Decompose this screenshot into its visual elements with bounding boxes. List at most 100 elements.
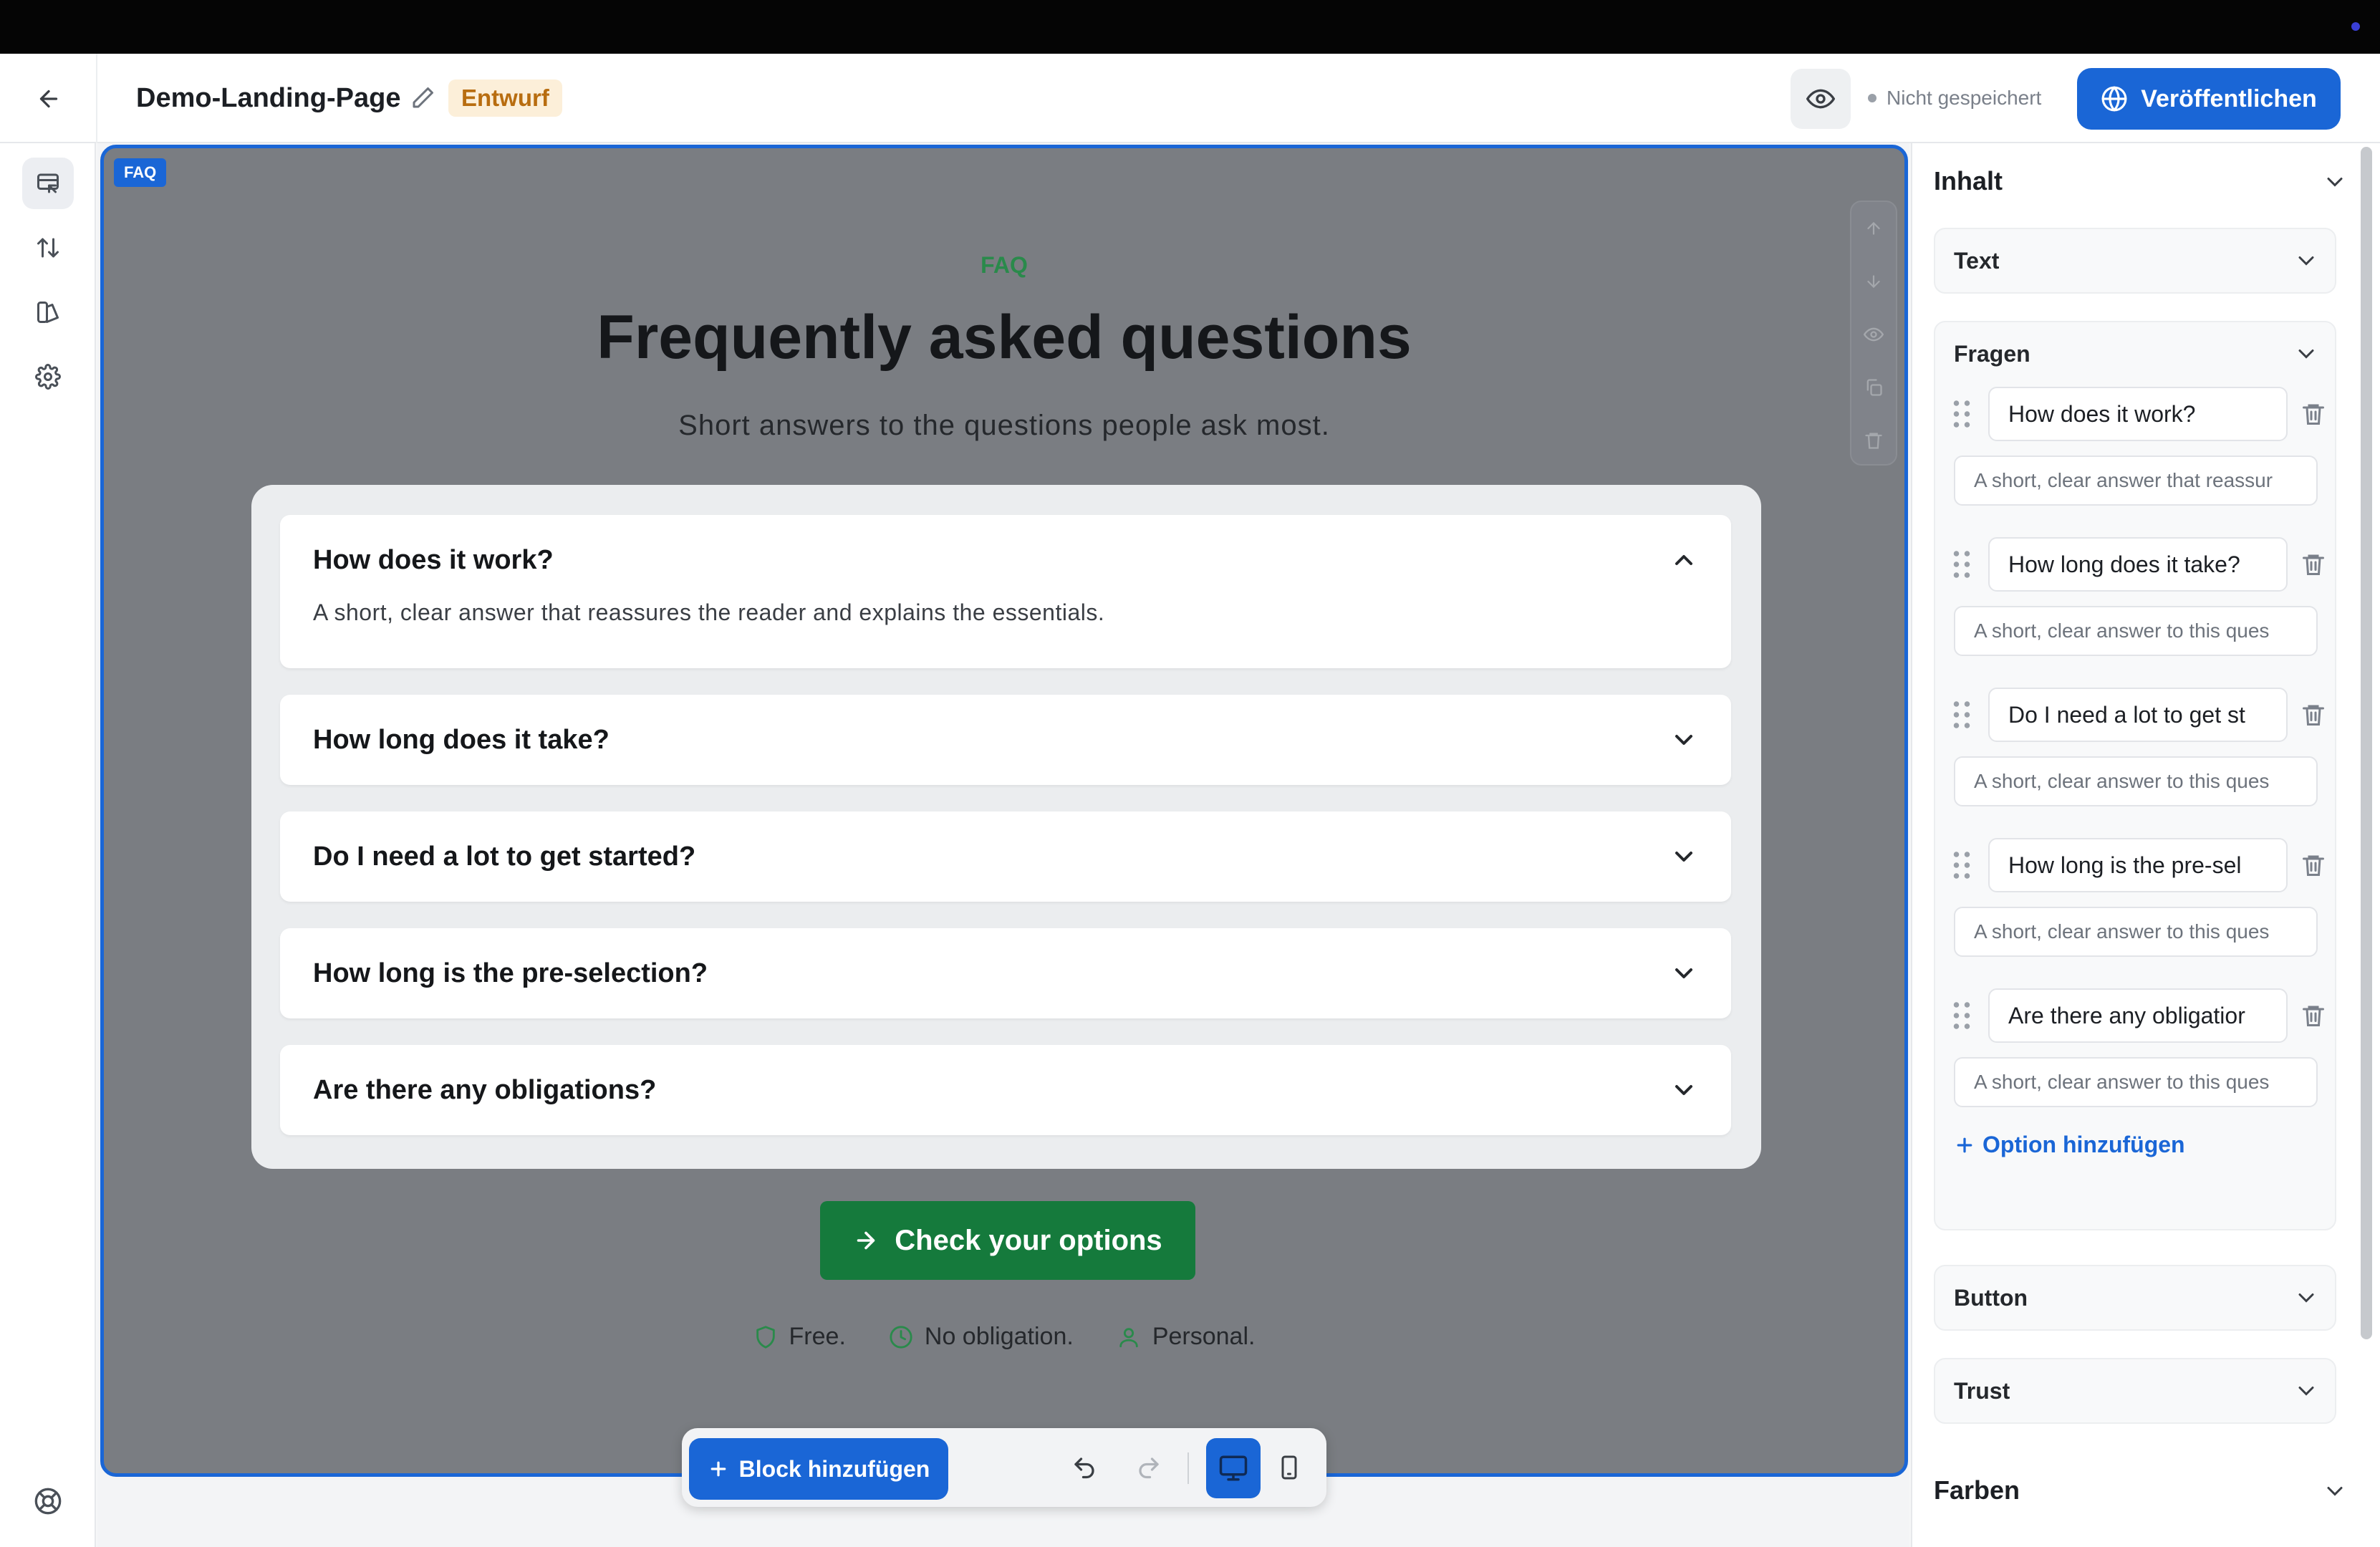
arrow-right-icon <box>857 1231 875 1250</box>
arrows-up-down-icon <box>37 238 59 258</box>
trust-label: No obligation. <box>924 1323 1074 1350</box>
arrow-up-icon <box>1867 221 1880 235</box>
questions-section-title[interactable]: Fragen <box>1954 341 2030 367</box>
faq-item[interactable]: Are there any obligations? <box>280 1045 1731 1135</box>
move-up-button[interactable] <box>1851 202 1896 255</box>
publish-button[interactable]: Veröffentlichen <box>2077 68 2341 130</box>
save-status: Nicht gespeichert <box>1868 82 2041 114</box>
delete-block-button[interactable] <box>1851 414 1896 467</box>
faq-block-canvas[interactable]: FAQ FAQ Frequently asked questions Short… <box>100 145 1908 1477</box>
shield-icon <box>756 1325 775 1349</box>
plus-icon <box>1957 1137 1972 1152</box>
trash-icon[interactable] <box>2300 700 2326 729</box>
cta-button[interactable]: Check your options <box>820 1201 1195 1280</box>
palette-icon <box>37 302 59 323</box>
reorder-tool-button[interactable] <box>22 222 74 274</box>
trust-section[interactable]: Trust <box>1934 1358 2336 1424</box>
add-option-button[interactable]: Option hinzufügen <box>1954 1132 2185 1158</box>
add-block-button[interactable]: Block hinzufügen <box>689 1438 948 1500</box>
button-section[interactable]: Button <box>1934 1265 2336 1331</box>
block-tag: FAQ <box>114 158 167 187</box>
trust-label: Personal. <box>1152 1323 1256 1350</box>
trash-icon[interactable] <box>2300 550 2326 579</box>
back-button[interactable] <box>29 79 69 119</box>
faq-subline: Short answers to the questions people as… <box>678 410 1330 441</box>
trash-icon[interactable] <box>2300 1001 2326 1030</box>
trash-icon[interactable] <box>2300 851 2326 879</box>
colors-heading[interactable]: Farben <box>1934 1475 2020 1505</box>
undo-icon <box>1074 1457 1094 1479</box>
sidebar-scrollbar[interactable] <box>2361 147 2372 1339</box>
faq-item[interactable]: How long is the pre-selection? <box>280 928 1731 1018</box>
status-badge: Entwurf <box>448 79 562 117</box>
question-input[interactable]: How does it work? <box>1988 387 2288 441</box>
faq-question: How long does it take? <box>313 725 610 755</box>
faq-answer: A short, clear answer that reassures the… <box>313 599 1105 625</box>
drag-handle-icon[interactable] <box>1951 851 1972 879</box>
text-section[interactable]: Text <box>1934 228 2336 294</box>
question-input[interactable]: Are there any obligatior <box>1988 988 2288 1043</box>
toggle-visibility-button[interactable] <box>1851 308 1896 361</box>
faq-accordion: How does it work? A short, clear answer … <box>251 485 1761 1169</box>
layout-cursor-icon <box>37 173 59 193</box>
chevron-down-icon[interactable] <box>2322 169 2348 195</box>
question-input[interactable]: Do I need a lot to get st <box>1988 688 2288 742</box>
lifebuoy-icon <box>34 1488 62 1515</box>
drag-handle-icon[interactable] <box>1951 700 1972 729</box>
trust-item: Free. <box>753 1323 846 1351</box>
trash-icon[interactable] <box>2300 400 2326 428</box>
faq-item[interactable]: How does it work? A short, clear answer … <box>280 515 1731 668</box>
redo-icon <box>1139 1457 1159 1479</box>
help-button[interactable] <box>22 1475 74 1527</box>
answer-input[interactable]: A short, clear answer to this ques <box>1954 907 2318 957</box>
faq-item[interactable]: How long does it take? <box>280 695 1731 785</box>
page-name[interactable]: Demo-Landing-Page <box>136 79 400 117</box>
chevron-down-icon <box>1675 968 1692 978</box>
chevron-down-icon[interactable] <box>2293 341 2319 367</box>
answer-input[interactable]: A short, clear answer to this ques <box>1954 756 2318 806</box>
answer-input[interactable]: A short, clear answer to this ques <box>1954 606 2318 656</box>
publish-label: Veröffentlichen <box>2141 85 2317 112</box>
eye-icon <box>1864 327 1884 342</box>
content-heading[interactable]: Inhalt <box>1934 166 2003 196</box>
copy-icon <box>1866 379 1882 396</box>
design-tool-button[interactable] <box>22 286 74 338</box>
mobile-view-button[interactable] <box>1269 1447 1309 1488</box>
settings-tool-button[interactable] <box>22 351 74 403</box>
properties-sidebar: Inhalt Text Fragen How does it work? A s… <box>1911 143 2380 1547</box>
editor-header: Demo-Landing-Page Entwurf Nicht gespeich… <box>0 54 2380 143</box>
faq-item[interactable]: Do I need a lot to get started? <box>280 811 1731 902</box>
question-input[interactable]: How long is the pre-sel <box>1988 838 2288 892</box>
user-icon <box>1119 1327 1138 1347</box>
blocks-tool-button[interactable] <box>22 158 74 209</box>
question-input[interactable]: How long does it take? <box>1988 537 2288 592</box>
drag-handle-icon[interactable] <box>1951 1001 1972 1030</box>
monitor-icon <box>1219 1455 1248 1481</box>
drag-handle-icon[interactable] <box>1951 400 1972 428</box>
arrow-down-icon <box>1867 275 1880 289</box>
undo-button[interactable] <box>1064 1447 1104 1488</box>
chevron-down-icon <box>1675 1085 1692 1095</box>
chevron-down-icon[interactable] <box>2322 1478 2348 1504</box>
block-actions <box>1850 201 1897 466</box>
questions-section: Fragen How does it work? A short, clear … <box>1934 321 2336 1230</box>
left-toolbar <box>0 143 96 1547</box>
pencil-icon[interactable] <box>410 85 435 111</box>
redo-button[interactable] <box>1129 1447 1169 1488</box>
move-down-button[interactable] <box>1851 255 1896 308</box>
smartphone-icon <box>1281 1455 1297 1480</box>
duplicate-button[interactable] <box>1851 361 1896 414</box>
faq-question: Do I need a lot to get started? <box>313 842 696 872</box>
cta-label: Check your options <box>895 1224 1162 1256</box>
save-status-text: Nicht gespeichert <box>1887 87 2042 109</box>
preview-button[interactable] <box>1791 69 1851 129</box>
drag-handle-icon[interactable] <box>1951 550 1972 579</box>
answer-input[interactable]: A short, clear answer that reassur <box>1954 456 2318 506</box>
answer-input[interactable]: A short, clear answer to this ques <box>1954 1057 2318 1107</box>
chevron-down-icon <box>1675 735 1692 745</box>
bottom-toolbar: Block hinzufügen <box>682 1428 1326 1507</box>
arrow-left-icon <box>39 90 58 108</box>
gear-icon <box>35 364 61 390</box>
desktop-view-button[interactable] <box>1206 1438 1261 1498</box>
trust-item: No obligation. <box>889 1323 1074 1351</box>
